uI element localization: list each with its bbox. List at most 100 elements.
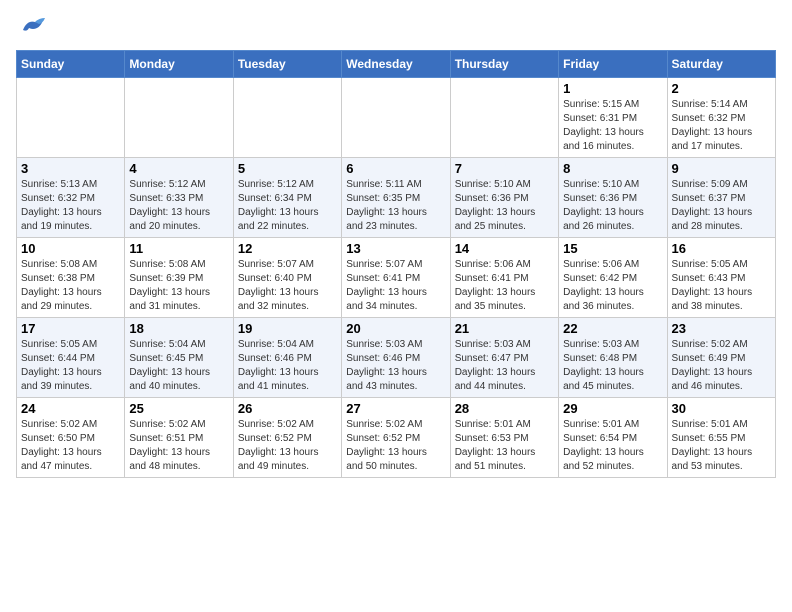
calendar-week-row: 10Sunrise: 5:08 AM Sunset: 6:38 PM Dayli… [17,238,776,318]
day-number: 21 [455,321,554,336]
day-info: Sunrise: 5:04 AM Sunset: 6:45 PM Dayligh… [129,338,228,394]
day-info: Sunrise: 5:10 AM Sunset: 6:36 PM Dayligh… [563,178,662,234]
day-info: Sunrise: 5:01 AM Sunset: 6:54 PM Dayligh… [563,418,662,474]
day-number: 18 [129,321,228,336]
weekday-header-saturday: Saturday [667,51,775,78]
day-number: 22 [563,321,662,336]
day-info: Sunrise: 5:07 AM Sunset: 6:40 PM Dayligh… [238,258,337,314]
weekday-header-wednesday: Wednesday [342,51,450,78]
calendar-cell: 12 Sunrise: 5:07 AM Sunset: 6:40 PM Dayli… [233,238,341,318]
weekday-header-friday: Friday [559,51,667,78]
day-number: 4 [129,161,228,176]
day-number: 30 [672,401,771,416]
day-info: Sunrise: 5:01 AM Sunset: 6:55 PM Dayligh… [672,418,771,474]
calendar-cell [125,78,233,158]
day-number: 9 [672,161,771,176]
weekday-header-row: SundayMondayTuesdayWednesdayThursdayFrid… [17,51,776,78]
day-number: 11 [129,241,228,256]
calendar-cell: 8Sunrise: 5:10 AM Sunset: 6:36 PM Daylig… [559,158,667,238]
day-number: 1 [563,81,662,96]
day-info: Sunrise: 5:12 AM Sunset: 6:34 PM Dayligh… [238,178,337,234]
calendar-cell: 24Sunrise: 5:02 AM Sunset: 6:50 PM Dayli… [17,398,125,478]
calendar-cell: 26 Sunrise: 5:02 AM Sunset: 6:52 PM Dayli… [233,398,341,478]
day-number: 6 [346,161,445,176]
calendar-table: SundayMondayTuesdayWednesdayThursdayFrid… [16,50,776,478]
calendar-cell: 27 Sunrise: 5:02 AM Sunset: 6:52 PM Dayli… [342,398,450,478]
day-info: Sunrise: 5:02 AM Sunset: 6:49 PM Dayligh… [672,338,771,394]
weekday-header-monday: Monday [125,51,233,78]
calendar-cell: 20Sunrise: 5:03 AM Sunset: 6:46 PM Dayli… [342,318,450,398]
weekday-header-tuesday: Tuesday [233,51,341,78]
day-number: 7 [455,161,554,176]
day-info: Sunrise: 5:02 AM Sunset: 6:52 PM Dayligh… [238,418,337,474]
calendar-cell: 3Sunrise: 5:13 AM Sunset: 6:32 PM Daylig… [17,158,125,238]
calendar-cell: 9 Sunrise: 5:09 AM Sunset: 6:37 PM Daylig… [667,158,775,238]
day-number: 5 [238,161,337,176]
day-info: Sunrise: 5:11 AM Sunset: 6:35 PM Dayligh… [346,178,445,234]
day-number: 16 [672,241,771,256]
day-number: 29 [563,401,662,416]
day-info: Sunrise: 5:14 AM Sunset: 6:32 PM Dayligh… [672,98,771,154]
calendar-cell: 2 Sunrise: 5:14 AM Sunset: 6:32 PM Daylig… [667,78,775,158]
calendar-week-row: 1 Sunrise: 5:15 AM Sunset: 6:31 PM Daylig… [17,78,776,158]
calendar-cell: 1 Sunrise: 5:15 AM Sunset: 6:31 PM Daylig… [559,78,667,158]
day-info: Sunrise: 5:04 AM Sunset: 6:46 PM Dayligh… [238,338,337,394]
day-info: Sunrise: 5:02 AM Sunset: 6:51 PM Dayligh… [129,418,228,474]
calendar-cell [342,78,450,158]
day-number: 15 [563,241,662,256]
calendar-cell: 11 Sunrise: 5:08 AM Sunset: 6:39 PM Dayli… [125,238,233,318]
calendar-week-row: 3Sunrise: 5:13 AM Sunset: 6:32 PM Daylig… [17,158,776,238]
calendar-cell: 16 Sunrise: 5:05 AM Sunset: 6:43 PM Dayli… [667,238,775,318]
day-info: Sunrise: 5:05 AM Sunset: 6:43 PM Dayligh… [672,258,771,314]
calendar-cell: 10Sunrise: 5:08 AM Sunset: 6:38 PM Dayli… [17,238,125,318]
calendar-week-row: 17 Sunrise: 5:05 AM Sunset: 6:44 PM Dayli… [17,318,776,398]
day-info: Sunrise: 5:03 AM Sunset: 6:46 PM Dayligh… [346,338,445,394]
day-number: 28 [455,401,554,416]
day-number: 24 [21,401,120,416]
day-info: Sunrise: 5:07 AM Sunset: 6:41 PM Dayligh… [346,258,445,314]
calendar-cell: 22 Sunrise: 5:03 AM Sunset: 6:48 PM Dayli… [559,318,667,398]
calendar-cell: 25Sunrise: 5:02 AM Sunset: 6:51 PM Dayli… [125,398,233,478]
day-number: 26 [238,401,337,416]
day-number: 2 [672,81,771,96]
day-number: 10 [21,241,120,256]
calendar-cell: 4Sunrise: 5:12 AM Sunset: 6:33 PM Daylig… [125,158,233,238]
calendar-cell: 13 Sunrise: 5:07 AM Sunset: 6:41 PM Dayli… [342,238,450,318]
day-number: 27 [346,401,445,416]
day-info: Sunrise: 5:03 AM Sunset: 6:47 PM Dayligh… [455,338,554,394]
day-info: Sunrise: 5:09 AM Sunset: 6:37 PM Dayligh… [672,178,771,234]
calendar-cell [17,78,125,158]
calendar-cell: 15 Sunrise: 5:06 AM Sunset: 6:42 PM Dayli… [559,238,667,318]
calendar-cell: 28 Sunrise: 5:01 AM Sunset: 6:53 PM Dayli… [450,398,558,478]
calendar-cell: 29 Sunrise: 5:01 AM Sunset: 6:54 PM Dayli… [559,398,667,478]
day-number: 13 [346,241,445,256]
calendar-cell: 6 Sunrise: 5:11 AM Sunset: 6:35 PM Daylig… [342,158,450,238]
day-number: 3 [21,161,120,176]
logo-bird-icon [19,16,47,38]
calendar-cell: 14Sunrise: 5:06 AM Sunset: 6:41 PM Dayli… [450,238,558,318]
calendar-cell: 21 Sunrise: 5:03 AM Sunset: 6:47 PM Dayli… [450,318,558,398]
day-number: 14 [455,241,554,256]
calendar-cell: 7 Sunrise: 5:10 AM Sunset: 6:36 PM Daylig… [450,158,558,238]
day-info: Sunrise: 5:10 AM Sunset: 6:36 PM Dayligh… [455,178,554,234]
weekday-header-sunday: Sunday [17,51,125,78]
calendar-cell: 23 Sunrise: 5:02 AM Sunset: 6:49 PM Dayli… [667,318,775,398]
day-number: 23 [672,321,771,336]
calendar-week-row: 24Sunrise: 5:02 AM Sunset: 6:50 PM Dayli… [17,398,776,478]
day-info: Sunrise: 5:03 AM Sunset: 6:48 PM Dayligh… [563,338,662,394]
calendar-cell: 19 Sunrise: 5:04 AM Sunset: 6:46 PM Dayli… [233,318,341,398]
day-info: Sunrise: 5:08 AM Sunset: 6:39 PM Dayligh… [129,258,228,314]
logo [16,16,47,38]
day-number: 19 [238,321,337,336]
day-number: 17 [21,321,120,336]
weekday-header-thursday: Thursday [450,51,558,78]
calendar-cell: 17 Sunrise: 5:05 AM Sunset: 6:44 PM Dayli… [17,318,125,398]
page-header [16,16,776,38]
day-number: 12 [238,241,337,256]
day-info: Sunrise: 5:01 AM Sunset: 6:53 PM Dayligh… [455,418,554,474]
day-info: Sunrise: 5:06 AM Sunset: 6:42 PM Dayligh… [563,258,662,314]
day-info: Sunrise: 5:15 AM Sunset: 6:31 PM Dayligh… [563,98,662,154]
calendar-cell: 30 Sunrise: 5:01 AM Sunset: 6:55 PM Dayli… [667,398,775,478]
day-info: Sunrise: 5:02 AM Sunset: 6:52 PM Dayligh… [346,418,445,474]
day-info: Sunrise: 5:05 AM Sunset: 6:44 PM Dayligh… [21,338,120,394]
